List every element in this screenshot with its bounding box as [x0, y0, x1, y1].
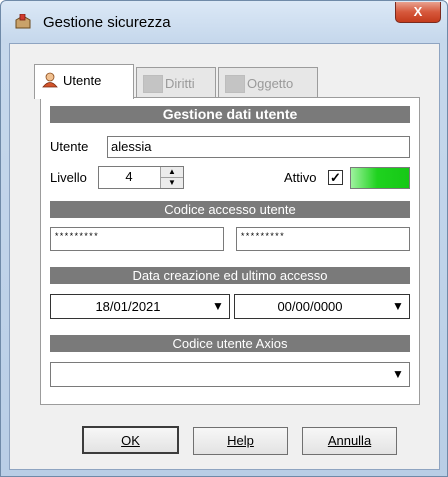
tab-oggetto[interactable]: Oggetto: [218, 67, 318, 98]
last-access-select[interactable]: 00/00/0000 ▼: [234, 294, 410, 319]
livello-value: 4: [125, 169, 133, 184]
close-button[interactable]: X: [395, 2, 441, 23]
cancel-button[interactable]: Annulla: [302, 427, 397, 455]
tab-diritti-label: Diritti: [165, 76, 195, 91]
diritti-icon: [143, 75, 163, 93]
creation-date-select[interactable]: 18/01/2021 ▼: [50, 294, 230, 319]
utente-input[interactable]: alessia: [107, 136, 410, 158]
ok-button[interactable]: OK: [82, 426, 179, 454]
user-data-header: Gestione dati utente: [50, 106, 410, 123]
creation-date-value: 18/01/2021: [95, 299, 161, 314]
chevron-down-icon[interactable]: ▼: [209, 298, 227, 315]
utente-label: Utente: [50, 139, 89, 154]
password-confirm-field[interactable]: *********: [236, 227, 410, 251]
help-button[interactable]: Help: [193, 427, 288, 455]
dialog-window: Gestione sicurezza X Utente Diritti Ogge…: [0, 0, 448, 477]
chevron-down-icon[interactable]: ▼: [389, 366, 407, 383]
user-icon: [42, 72, 58, 88]
tab-oggetto-label: Oggetto: [247, 76, 294, 91]
window-title: Gestione sicurezza: [43, 14, 171, 31]
tab-utente-label: Utente: [63, 73, 102, 88]
axios-header: Codice utente Axios: [50, 335, 410, 352]
spin-down-icon[interactable]: ▼: [161, 178, 183, 188]
attivo-label: Attivo: [284, 170, 317, 185]
axios-code-select[interactable]: ▼: [50, 362, 410, 387]
title-bar[interactable]: Gestione sicurezza X: [1, 1, 447, 43]
utente-panel: Gestione dati utente Utente alessia Live…: [40, 97, 420, 405]
help-label: Help: [227, 433, 254, 448]
password-field[interactable]: *********: [50, 227, 224, 251]
dates-header: Data creazione ed ultimo accesso: [50, 267, 410, 284]
oggetto-icon: [225, 75, 245, 93]
chevron-down-icon[interactable]: ▼: [389, 298, 407, 315]
livello-label: Livello: [50, 170, 87, 185]
dialog-client: Utente Diritti Oggetto Gestione dati ute…: [9, 43, 440, 470]
tab-utente[interactable]: Utente: [34, 64, 134, 99]
ok-label: OK: [121, 433, 140, 448]
last-access-value: 00/00/0000: [277, 299, 343, 314]
cancel-label: Annulla: [327, 433, 372, 448]
livello-spin-buttons[interactable]: ▲ ▼: [160, 167, 183, 188]
spin-up-icon[interactable]: ▲: [161, 167, 183, 178]
attivo-checkbox[interactable]: ✓: [328, 170, 343, 185]
attivo-status-indicator: [350, 167, 410, 189]
app-icon: [15, 14, 31, 29]
access-code-header: Codice accesso utente: [50, 201, 410, 218]
livello-stepper[interactable]: 4 ▲ ▼: [98, 166, 184, 189]
tab-diritti[interactable]: Diritti: [136, 67, 216, 98]
